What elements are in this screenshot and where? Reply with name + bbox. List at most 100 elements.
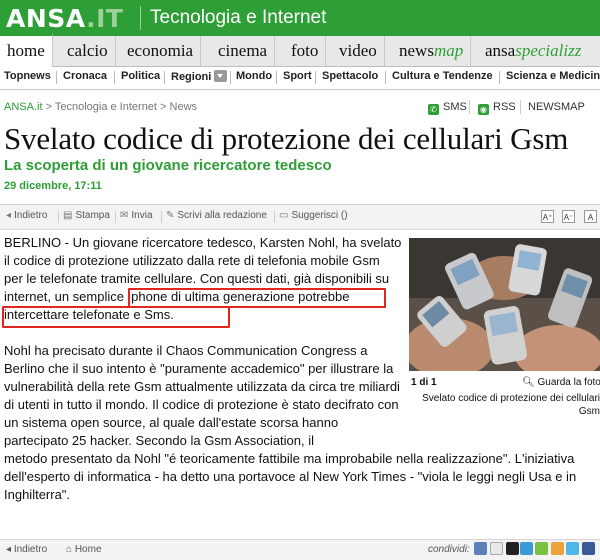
nav-newsmap-a: news xyxy=(399,41,434,60)
main-nav: home calcio economia cinema foto video n… xyxy=(0,33,600,67)
photo-caption: Svelato codice di protezione dei cellula… xyxy=(422,393,600,417)
nav-economia[interactable]: economia xyxy=(120,36,202,66)
highlight-box-top xyxy=(128,288,386,308)
highlight-box-joint xyxy=(228,306,386,309)
see-photo-link[interactable]: 🔍︎ Guarda la foto xyxy=(522,377,600,388)
subnav-regioni[interactable]: Regioni xyxy=(171,70,228,83)
footer-home-button[interactable]: ⌂ Home xyxy=(66,544,102,555)
breadcrumb-path[interactable]: > Tecnologia e Internet > News xyxy=(43,101,197,113)
subnav-regioni-label: Regioni xyxy=(171,71,212,83)
back-button[interactable]: ◂ Indietro xyxy=(6,210,47,221)
rss-link[interactable]: ◉ RSS xyxy=(478,101,516,115)
article-title: Svelato codice di protezione dei cellula… xyxy=(4,121,569,156)
share-delicious-icon[interactable] xyxy=(520,542,533,555)
toolbar-divider xyxy=(274,211,275,223)
subnav-divider xyxy=(315,71,316,84)
speech-bubble-icon: ▭ xyxy=(279,210,289,221)
subnav-divider xyxy=(164,71,165,84)
sub-nav: Topnews Cronaca Politica Regioni Mondo S… xyxy=(0,67,600,90)
footer-home-label: Home xyxy=(74,544,102,555)
subnav-divider xyxy=(114,71,115,84)
article-photo[interactable] xyxy=(409,238,600,371)
mobile-icon: ✆ xyxy=(428,104,439,115)
article-footer: ◂ Indietro ⌂ Home condividi: xyxy=(0,539,600,560)
send-label: Invia xyxy=(131,210,153,221)
printer-icon: ▤ xyxy=(63,210,73,221)
footer-back-label: Indietro xyxy=(13,544,48,555)
share-digg-icon[interactable] xyxy=(506,542,519,555)
share-ok-icon[interactable] xyxy=(490,542,503,555)
highlight-box-bottom xyxy=(2,306,230,328)
breadcrumb-home[interactable]: ANSA.it xyxy=(4,101,43,113)
nav-video[interactable]: video xyxy=(332,36,385,66)
share-buzz-icon[interactable] xyxy=(535,542,548,555)
nav-cinema[interactable]: cinema xyxy=(211,36,276,66)
article-toolbar: ◂ Indietro ▤ Stampa ✉ Invia ✎ Scrivi alla re… xyxy=(0,204,600,230)
toolbar-divider xyxy=(115,211,116,223)
share-network-icon[interactable] xyxy=(474,542,487,555)
breadcrumb: ANSA.it > Tecnologia e Internet > News xyxy=(4,101,197,113)
font-increase-icon[interactable]: A⁺ xyxy=(541,210,554,223)
suggest-label: Suggerisci () xyxy=(291,210,348,221)
article-paragraph-2: Nohl ha precisato durante il Chaos Commu… xyxy=(4,343,400,448)
tools-divider xyxy=(469,100,470,114)
photo-counter: 1 di 1 xyxy=(411,377,437,388)
write-label: Scrivi alla redazione xyxy=(177,210,267,221)
subnav-divider xyxy=(276,71,277,84)
see-photo-label: Guarda la foto xyxy=(537,377,600,388)
subnav-divider xyxy=(385,71,386,84)
nav-ansa-b: specializz xyxy=(515,41,582,60)
send-button[interactable]: ✉ Invia xyxy=(120,210,153,221)
suggest-button[interactable]: ▭ Suggerisci () xyxy=(279,210,348,221)
subnav-divider xyxy=(499,71,500,84)
photo-counter-text: 1 di 1 xyxy=(411,377,437,388)
nav-home[interactable]: home xyxy=(0,33,53,67)
nav-newsmap[interactable]: newsmap xyxy=(392,36,472,66)
rss-label: RSS xyxy=(493,101,516,113)
toolbar-divider xyxy=(58,211,59,223)
nav-ansa-a: ansa xyxy=(485,41,516,60)
phones-image xyxy=(409,238,600,371)
font-reset-icon[interactable]: A xyxy=(584,210,597,223)
subnav-divider xyxy=(230,71,231,84)
header-divider xyxy=(140,6,141,30)
article-subtitle: La scoperta di un giovane ricercatore te… xyxy=(4,157,332,174)
sms-link[interactable]: ✆ SMS xyxy=(428,101,467,115)
pencil-icon: ✎ xyxy=(166,210,175,221)
section-title[interactable]: Tecnologia e Internet xyxy=(150,7,326,29)
toolbar-divider xyxy=(161,211,162,223)
subnav-topnews[interactable]: Topnews xyxy=(4,70,51,82)
subnav-cronaca[interactable]: Cronaca xyxy=(63,70,107,82)
ansa-logo[interactable]: ANSA.IT xyxy=(6,4,123,33)
nav-ansaspecializzata[interactable]: ansaspecializz xyxy=(478,36,588,66)
home-icon: ⌂ xyxy=(66,544,73,555)
magnifier-icon: 🔍︎ xyxy=(522,377,535,388)
sms-label: SMS xyxy=(443,101,467,113)
subnav-scienza[interactable]: Scienza e Medicina xyxy=(506,70,600,82)
chevron-down-icon[interactable] xyxy=(214,70,228,82)
site-header: ANSA.IT Tecnologia e Internet xyxy=(0,0,600,36)
font-decrease-icon[interactable]: A⁻ xyxy=(562,210,575,223)
subnav-cultura[interactable]: Cultura e Tendenze xyxy=(392,70,493,82)
share-rss-icon[interactable] xyxy=(551,542,564,555)
newsmap-link[interactable]: NEWSMAP xyxy=(528,101,585,113)
subnav-spettacolo[interactable]: Spettacolo xyxy=(322,70,378,82)
write-button[interactable]: ✎ Scrivi alla redazione xyxy=(166,210,267,221)
rss-icon: ◉ xyxy=(478,104,489,115)
tools-divider xyxy=(520,100,521,114)
subnav-sport[interactable]: Sport xyxy=(283,70,312,82)
share-twitter-icon[interactable] xyxy=(566,542,579,555)
subnav-divider xyxy=(56,71,57,84)
print-label: Stampa xyxy=(75,210,110,221)
nav-newsmap-b: map xyxy=(433,41,464,60)
share-label: condividi: xyxy=(428,544,470,555)
subnav-politica[interactable]: Politica xyxy=(121,70,160,82)
mail-icon: ✉ xyxy=(120,210,129,221)
back-label: Indietro xyxy=(14,210,48,221)
subnav-mondo[interactable]: Mondo xyxy=(236,70,272,82)
footer-back-button[interactable]: ◂ Indietro xyxy=(6,544,47,555)
nav-calcio[interactable]: calcio xyxy=(60,36,116,66)
share-facebook-icon[interactable] xyxy=(582,542,595,555)
nav-foto[interactable]: foto xyxy=(284,36,327,66)
print-button[interactable]: ▤ Stampa xyxy=(63,210,110,221)
